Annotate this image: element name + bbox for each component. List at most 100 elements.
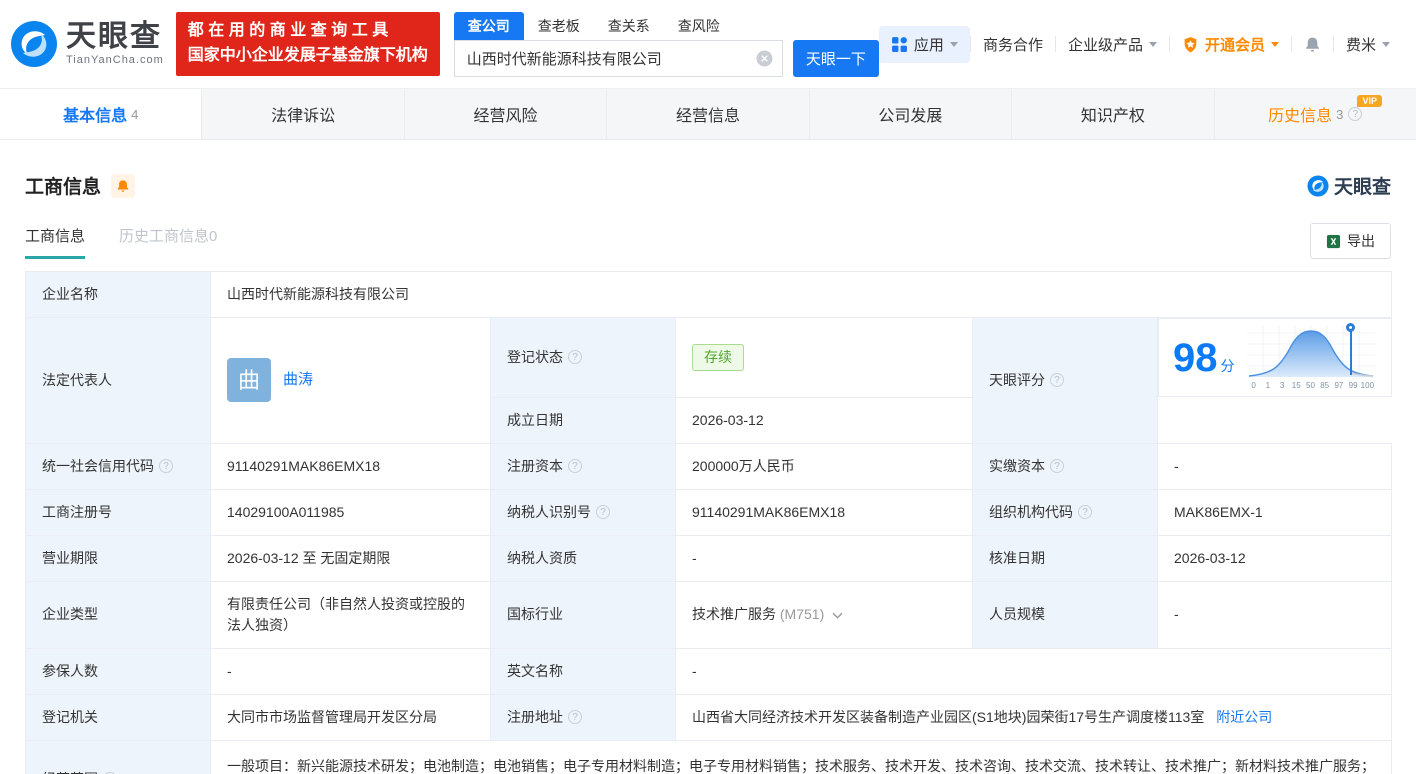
help-icon[interactable]: ?	[568, 459, 582, 473]
help-icon[interactable]: ?	[1050, 373, 1064, 388]
logo-en: TianYanCha.com	[66, 54, 164, 66]
field-value-staff-size: -	[1157, 580, 1392, 649]
label-text: 核准日期	[989, 549, 1045, 566]
nav-apps-label: 应用	[913, 36, 944, 54]
promo-line1: 都在用的商业查询工具	[187, 22, 393, 40]
search-box: 天眼一下	[453, 39, 879, 77]
logo-cn: 天眼查	[66, 20, 162, 53]
section-header: 工商信息 天眼查	[0, 172, 1416, 199]
status-badge: 存续	[692, 343, 744, 371]
legal-rep-avatar[interactable]: 曲	[227, 358, 271, 403]
chevron-down-icon[interactable]	[832, 612, 843, 619]
company-tab-bar: 基本信息 4 法律诉讼 经营风险 经营信息 公司发展 知识产权 VIP 历史信息…	[0, 88, 1416, 140]
search-tab-company[interactable]: 查公司	[453, 11, 524, 40]
label-text: 成立日期	[507, 411, 563, 428]
tab-intellectual-property[interactable]: 知识产权	[1012, 89, 1215, 139]
tab-operational-risk[interactable]: 经营风险	[405, 89, 608, 139]
tab-history-info[interactable]: VIP 历史信息 3 ?	[1215, 89, 1416, 139]
chevron-down-icon	[1270, 41, 1279, 47]
label-text: 注册地址	[507, 708, 563, 725]
table-row: 参保人数 - 英文名称 -	[25, 647, 1392, 695]
search-tab-boss[interactable]: 查老板	[524, 12, 594, 40]
field-label-credit-code: 统一社会信用代码?	[25, 442, 211, 490]
field-value-taxpayer-quality: -	[675, 534, 973, 582]
field-label-legal-rep: 法定代表人	[25, 317, 211, 444]
tab-basic-info[interactable]: 基本信息 4	[0, 89, 203, 139]
field-value-company-type: 有限责任公司（非自然人投资或控股的法人独资）	[210, 580, 491, 649]
help-icon[interactable]: ?	[568, 350, 582, 365]
apps-grid-icon	[891, 36, 907, 52]
score-marker-line	[1349, 331, 1352, 375]
score-distribution-chart[interactable]: 01 3 15 50 85 97 99 100	[1246, 323, 1375, 392]
label-text: 天眼评分	[989, 371, 1045, 388]
nav-notifications[interactable]	[1292, 36, 1333, 53]
tab-legal-proceedings[interactable]: 法律诉讼	[202, 89, 405, 139]
help-icon[interactable]: ?	[1348, 107, 1363, 121]
nav-open-vip-label: 开通会员	[1204, 36, 1265, 54]
field-label-paid-capital: 实缴资本?	[972, 442, 1158, 490]
field-label-staff-size: 人员规模	[972, 580, 1158, 649]
nearby-companies-link[interactable]: 附近公司	[1216, 709, 1272, 725]
address-text: 山西省大同经济技术开发区装备制造产业园区(S1地块)园荣街17号生产调度楼113…	[692, 708, 1205, 725]
subtab-history-registration[interactable]: 历史工商信息0	[119, 225, 217, 259]
tab-label: 基本信息	[63, 108, 128, 125]
label-text: 纳税人识别号	[507, 503, 591, 520]
field-label-industry: 国标行业	[490, 580, 676, 649]
nav-open-vip[interactable]: 开通会员	[1170, 34, 1291, 55]
label-text: 登记状态	[507, 348, 563, 365]
search-input-wrap	[453, 39, 783, 77]
tianyancha-logo[interactable]: 天眼查 TianYanCha.com	[10, 20, 164, 68]
nav-apps[interactable]: 应用	[878, 25, 970, 63]
nav-enterprise[interactable]: 企业级产品	[1056, 34, 1169, 55]
help-icon[interactable]: ?	[1078, 505, 1092, 519]
label-text: 营业期限	[42, 549, 98, 566]
tianyancha-eye-icon	[1307, 174, 1329, 197]
table-row: 企业名称 山西时代新能源科技有限公司	[25, 271, 1392, 318]
tab-label: 历史信息	[1268, 108, 1333, 125]
label-text: 实缴资本	[989, 457, 1045, 474]
search-tab-risk[interactable]: 查风险	[664, 12, 734, 40]
subtab-business-registration[interactable]: 工商信息	[25, 225, 86, 259]
table-row: 经营范围? 一般项目：新兴能源技术研发；电池制造；电池销售；电子专用材料制造；电…	[25, 739, 1392, 774]
field-value-taxpayer-id: 91140291MAK86EMX18	[675, 488, 973, 536]
search-tabs: 查公司 查老板 查关系 查风险	[453, 11, 879, 40]
label-text: 参保人数	[42, 662, 98, 679]
watermark-logo: 天眼查	[1307, 172, 1391, 199]
clear-search-icon[interactable]	[756, 50, 773, 67]
label-text: 组织机构代码	[989, 503, 1073, 520]
nav-user[interactable]: 费米	[1334, 34, 1402, 55]
logo-text: 天眼查 TianYanCha.com	[66, 20, 164, 67]
monitor-bell-chip[interactable]	[111, 173, 136, 198]
field-value-company-name: 山西时代新能源科技有限公司	[210, 271, 1392, 318]
industry-code: (M751)	[779, 606, 825, 622]
help-icon[interactable]: ?	[568, 710, 582, 724]
field-value-insured-count: -	[210, 647, 491, 695]
help-icon[interactable]: ?	[1050, 459, 1064, 473]
field-value-reg-number: 14029100A011985	[210, 488, 491, 536]
nav-enterprise-label: 企业级产品	[1067, 36, 1143, 54]
search-tab-relation[interactable]: 查关系	[594, 12, 664, 40]
tab-company-development[interactable]: 公司发展	[810, 89, 1013, 139]
section-title: 工商信息	[25, 177, 102, 198]
tab-label: 法律诉讼	[271, 108, 336, 125]
vip-crown-icon	[1184, 36, 1197, 52]
tab-label: 公司发展	[878, 108, 943, 125]
export-button[interactable]: 导出	[1310, 223, 1391, 259]
field-label-company-type: 企业类型	[25, 580, 211, 649]
nav-cooperation-label: 商务合作	[982, 36, 1043, 54]
industry-name: 技术推广服务	[692, 606, 776, 622]
field-value-business-scope: 一般项目：新兴能源技术研发；电池制造；电池销售；电子专用材料制造；电子专用材料销…	[210, 739, 1392, 774]
tab-business-info[interactable]: 经营信息	[607, 89, 810, 139]
legal-rep-link[interactable]: 曲涛	[283, 369, 313, 392]
search-button[interactable]: 天眼一下	[792, 39, 879, 77]
export-label: 导出	[1347, 233, 1375, 249]
search-input[interactable]	[453, 39, 783, 77]
business-registration-table: 企业名称 山西时代新能源科技有限公司 法定代表人 曲 曲涛 登记状态? 存续 天…	[25, 271, 1392, 774]
label-text: 英文名称	[507, 662, 563, 679]
nav-cooperation[interactable]: 商务合作	[971, 34, 1055, 55]
help-icon[interactable]: ?	[596, 505, 610, 519]
help-icon[interactable]: ?	[159, 459, 173, 473]
tab-label: 经营信息	[675, 108, 740, 125]
field-label-business-scope: 经营范围?	[25, 739, 211, 774]
chevron-down-icon	[1148, 41, 1157, 47]
